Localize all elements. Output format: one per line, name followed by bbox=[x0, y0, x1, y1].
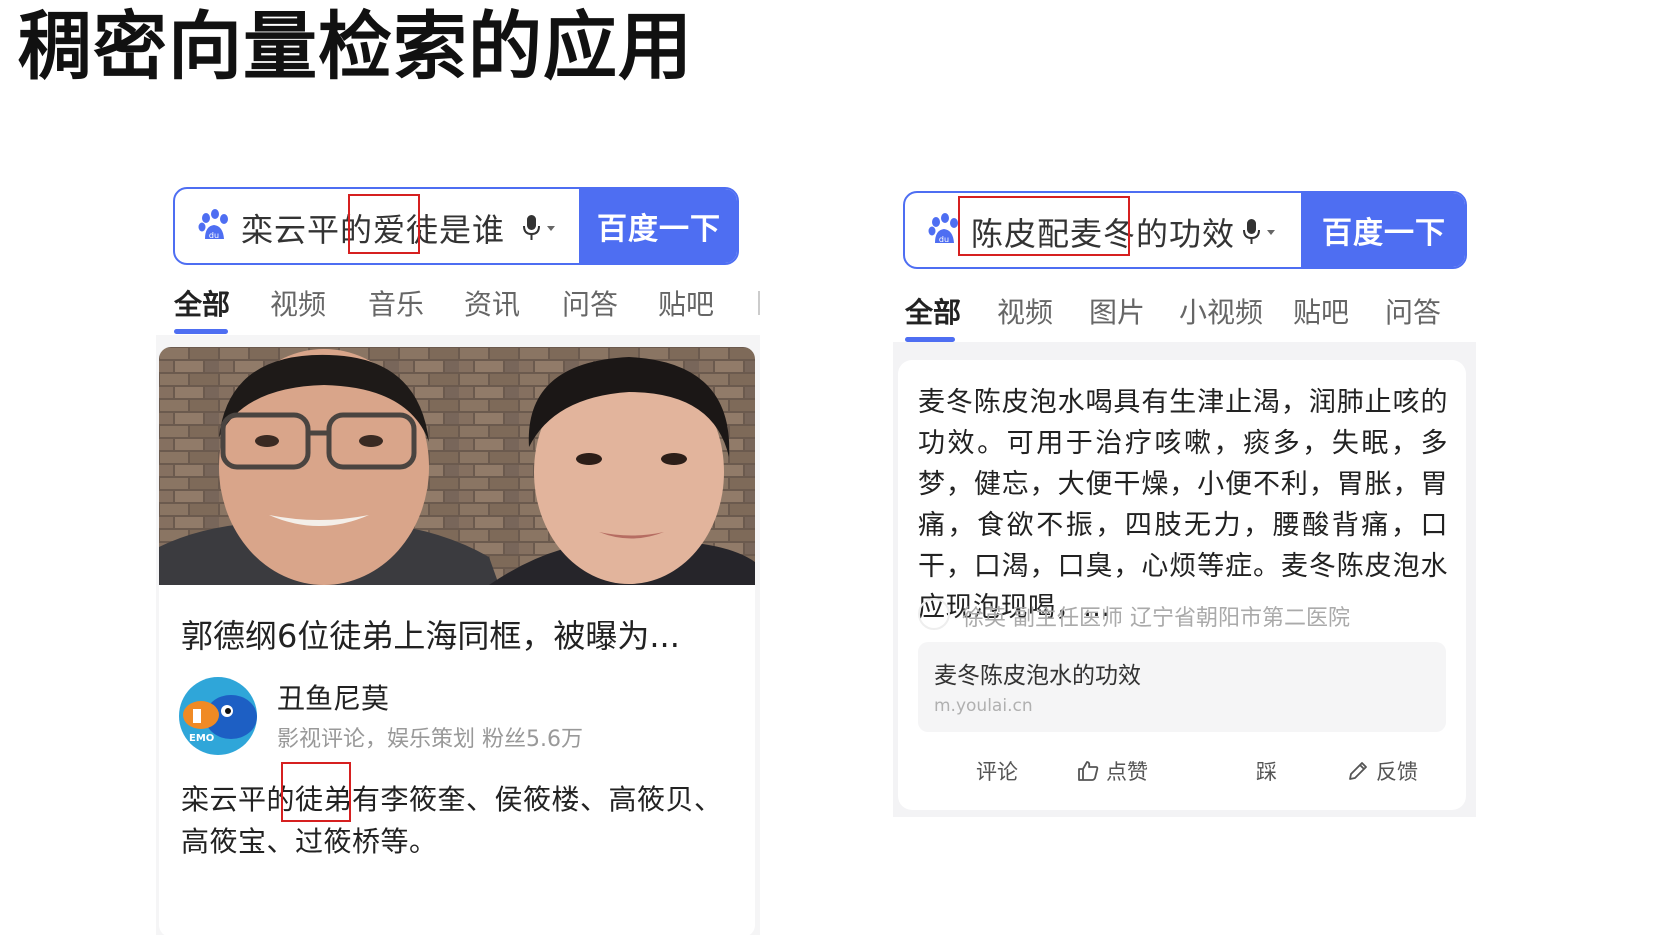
tab-video[interactable]: 视频 bbox=[997, 291, 1053, 331]
answer-text: 麦冬陈皮泡水喝具有生津止渴，润肺止咳的功效。可用于治疗咳嗽，痰多，失眠，多梦，健… bbox=[918, 387, 1448, 623]
comment-label: 评论 bbox=[976, 760, 1018, 784]
snippet-highlight-box bbox=[281, 762, 351, 822]
dislike-label: 踩 bbox=[1256, 760, 1277, 784]
pencil-icon bbox=[1349, 762, 1367, 780]
action-bar: 评论 点赞 踩 反馈 bbox=[898, 750, 1466, 790]
source-url: m.youlai.cn bbox=[934, 696, 1033, 716]
like-label: 点赞 bbox=[1106, 760, 1148, 784]
thumbs-up-icon bbox=[1078, 761, 1099, 781]
tab-music[interactable]: 音乐 bbox=[368, 283, 424, 323]
tab-qa[interactable]: 问答 bbox=[562, 283, 618, 323]
tab-all[interactable]: 全部 bbox=[174, 283, 230, 323]
tab-video[interactable]: 视频 bbox=[270, 283, 326, 323]
query-highlight-box bbox=[348, 194, 420, 254]
doctor-avatar bbox=[918, 598, 950, 630]
tab-news[interactable]: 资讯 bbox=[464, 283, 520, 323]
avatar-label: EMO bbox=[189, 733, 214, 744]
slide-title: 稠密向量检索的应用 bbox=[18, 4, 693, 90]
feedback-button[interactable]: 反馈 bbox=[1346, 756, 1418, 786]
baidu-paw-icon: du bbox=[198, 209, 228, 240]
doctor-info: 徐英 副主任医师 辽宁省朝阳市第二医院 bbox=[962, 606, 1350, 631]
tab-divider bbox=[758, 291, 760, 315]
source-title[interactable]: 麦冬陈皮泡水的功效 bbox=[934, 656, 1141, 690]
tab-tieba[interactable]: 贴吧 bbox=[1293, 291, 1349, 331]
like-button[interactable]: 点赞 bbox=[1076, 756, 1148, 786]
result-snippet: 栾云平的徒弟有李筱奎、侯筱楼、高筱贝、高筱宝、过筱桥等。 bbox=[181, 783, 723, 858]
tab-short-video[interactable]: 小视频 bbox=[1179, 291, 1263, 331]
left-tabs: 全部 视频 音乐 资讯 问答 贴吧 bbox=[172, 283, 772, 343]
dislike-button[interactable]: 踩 bbox=[1256, 756, 1277, 786]
news-photo[interactable] bbox=[159, 347, 755, 585]
query-highlight-box bbox=[958, 196, 1130, 256]
left-search-bar[interactable]: du 栾云平的爱徒是谁 百度一下 bbox=[173, 187, 739, 265]
svg-text:du: du bbox=[939, 235, 949, 244]
svg-text:du: du bbox=[209, 231, 219, 240]
microphone-icon[interactable] bbox=[519, 213, 559, 243]
left-result-card[interactable]: 郭德纲6位徒弟上海同框，被曝为... EMO 丑鱼尼莫 影视评论，娱乐策划 粉丝… bbox=[159, 347, 755, 937]
search-button[interactable]: 百度一下 bbox=[1301, 193, 1465, 267]
author-name[interactable]: 丑鱼尼莫 bbox=[277, 677, 389, 717]
author-meta: 影视评论，娱乐策划 粉丝5.6万 bbox=[277, 727, 583, 752]
microphone-icon[interactable] bbox=[1239, 217, 1279, 247]
feedback-label: 反馈 bbox=[1376, 760, 1418, 784]
source-link[interactable]: 麦冬陈皮泡水的功效 m.youlai.cn bbox=[918, 642, 1446, 732]
tab-all[interactable]: 全部 bbox=[905, 291, 961, 331]
author-avatar[interactable]: EMO bbox=[179, 677, 257, 755]
tab-images[interactable]: 图片 bbox=[1089, 291, 1145, 331]
news-title[interactable]: 郭德纲6位徒弟上海同框，被曝为... bbox=[181, 611, 680, 657]
tab-qa[interactable]: 问答 bbox=[1385, 291, 1441, 331]
right-result-card[interactable]: 麦冬陈皮泡水喝具有生津止渴，润肺止咳的功效。可用于治疗咳嗽，痰多，失眠，多梦，健… bbox=[898, 360, 1466, 810]
tab-tieba[interactable]: 贴吧 bbox=[658, 283, 714, 323]
comment-button[interactable]: 评论 bbox=[976, 756, 1018, 786]
active-tab-indicator bbox=[174, 329, 228, 334]
baidu-paw-icon: du bbox=[928, 213, 958, 244]
search-button[interactable]: 百度一下 bbox=[579, 189, 737, 263]
